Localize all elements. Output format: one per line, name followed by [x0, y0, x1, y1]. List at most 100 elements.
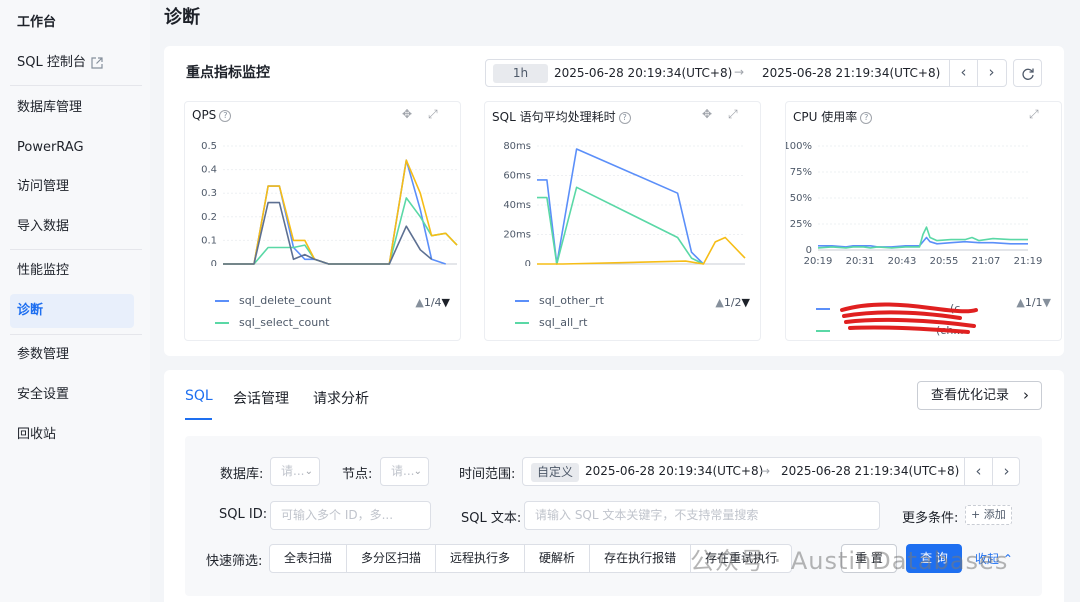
- y-tick-label: 0.1: [201, 235, 217, 246]
- chevron-left-icon: ‹: [960, 63, 967, 81]
- help-icon[interactable]: ?: [618, 111, 631, 124]
- sidebar-item-database[interactable]: 数据库管理: [10, 91, 134, 125]
- sidebar-item-perf[interactable]: 性能监控: [10, 254, 134, 288]
- x-tick-label: 20:55: [930, 256, 959, 266]
- chart-title: SQL 语句平均处理耗时?: [492, 108, 631, 125]
- sidebar-item-recycle[interactable]: 回收站: [10, 418, 134, 452]
- triangle-up-icon: ▲: [715, 296, 724, 309]
- sidebar-divider: [10, 334, 142, 335]
- y-tick-label: 0.3: [201, 188, 217, 199]
- db-select[interactable]: 请... ⌄: [270, 457, 320, 486]
- legend-item[interactable]: sql_other_rt: [515, 294, 604, 307]
- sidebar-divider: [10, 249, 142, 250]
- sidebar-item-params[interactable]: 参数管理: [10, 338, 134, 372]
- range-mode-badge[interactable]: 自定义: [531, 463, 579, 482]
- help-icon[interactable]: ?: [860, 111, 873, 124]
- next-button[interactable]: ›: [977, 60, 1005, 86]
- x-tick-label: 20:19: [804, 256, 833, 266]
- series-line: [817, 226, 1028, 249]
- legend-pager[interactable]: ▲1/2▼: [715, 296, 750, 309]
- sidebar-item-security[interactable]: 安全设置: [10, 378, 134, 412]
- monitor-title: 重点指标监控: [186, 65, 270, 81]
- sidebar-item-import[interactable]: 导入数据: [10, 210, 134, 244]
- tab-session[interactable]: 会话管理: [233, 388, 289, 408]
- sidebar-item-label: 数据库管理: [17, 100, 83, 115]
- sidebar-item-sql-console[interactable]: SQL 控制台: [10, 46, 134, 80]
- quick-remote-exec[interactable]: 远程执行多: [435, 544, 526, 573]
- legend-pager[interactable]: ▲1/4▼: [415, 296, 450, 309]
- legend-item[interactable]: sql_select_count: [215, 316, 330, 329]
- view-optimization-button[interactable]: 查看优化记录 ›: [917, 381, 1042, 410]
- prev-button[interactable]: ‹: [949, 60, 977, 86]
- monitor-card: 重点指标监控 1h 2025-06-28 20:19:34(UTC+8) → 2…: [164, 46, 1064, 356]
- x-tick-label: 21:07: [972, 256, 1001, 266]
- expand-icon[interactable]: ⤢: [1029, 107, 1039, 122]
- sidebar-item-access[interactable]: 访问管理: [10, 170, 134, 204]
- y-tick-label: 75%: [790, 167, 812, 178]
- triangle-down-icon: ▼: [741, 296, 750, 309]
- quick-full-scan[interactable]: 全表扫描: [269, 544, 348, 573]
- node-label: 节点:: [342, 467, 373, 482]
- sidebar-item-powerrag[interactable]: PowerRAG: [10, 131, 134, 165]
- sqlid-label: SQL ID:: [219, 507, 268, 522]
- sidebar-item-label: 导入数据: [17, 219, 70, 234]
- chart-title: CPU 使用率?: [793, 108, 873, 125]
- sidebar-item-diagnosis[interactable]: 诊断: [10, 294, 134, 328]
- external-link-icon: [91, 56, 103, 69]
- arrow-right-icon: →: [760, 464, 771, 478]
- sidebar-item-label: SQL 控制台: [17, 55, 86, 70]
- prev-button[interactable]: ‹: [964, 458, 992, 485]
- quick-multi-partition[interactable]: 多分区扫描: [346, 544, 437, 573]
- qps-chart: QPS? ✥ ⤢ 00.10.20.30.40.520:5521:0021:05…: [184, 101, 461, 341]
- tab-request-analysis[interactable]: 请求分析: [313, 388, 369, 408]
- legend-item[interactable]: sql_all_rt: [515, 316, 587, 329]
- range-label: 时间范围:: [459, 467, 516, 482]
- sidebar-item-label: 访问管理: [17, 179, 70, 194]
- range-start: 2025-06-28 20:19:34(UTC+8): [554, 66, 733, 80]
- y-tick-label: 0.5: [201, 141, 217, 152]
- help-icon[interactable]: ?: [219, 109, 232, 122]
- node-select[interactable]: 请... ⌄: [380, 457, 429, 486]
- sqlid-input[interactable]: 可输入多个 ID，多...: [270, 501, 431, 530]
- y-tick-label: 0: [525, 259, 531, 266]
- sidebar-item-label: 回收站: [17, 427, 57, 442]
- range-end: 2025-06-28 21:19:34(UTC+8): [762, 66, 941, 80]
- series-line: [223, 201, 433, 265]
- legend-item[interactable]: sql_delete_count: [215, 294, 331, 307]
- redaction-scribble: [840, 302, 978, 334]
- drag-icon[interactable]: ✥: [702, 107, 712, 121]
- tab-active-indicator: [185, 418, 212, 420]
- sidebar-item-workbench[interactable]: 工作台: [10, 6, 134, 40]
- refresh-button[interactable]: [1013, 59, 1042, 87]
- expand-icon[interactable]: ⤢: [428, 107, 438, 122]
- y-tick-label: 0: [211, 259, 217, 266]
- y-tick-label: 20ms: [503, 230, 531, 241]
- sidebar-item-label: PowerRAG: [17, 140, 84, 155]
- chevron-down-icon: ⌄: [413, 466, 422, 477]
- range-badge[interactable]: 1h: [493, 64, 548, 83]
- range-picker[interactable]: 自定义 2025-06-28 20:19:34(UTC+8) → 2025-06…: [522, 457, 1020, 486]
- quick-filter-label: 快速筛选:: [206, 554, 263, 569]
- sqltext-label: SQL 文本:: [461, 511, 522, 526]
- watermark: 公众号 · AustinDatabases: [690, 547, 1009, 575]
- cpu-chart: CPU 使用率? ⤢ 0 25% 50% 75% 100% 20:19 20:31 20:43…: [785, 101, 1062, 341]
- drag-icon[interactable]: ✥: [402, 107, 412, 121]
- page-title: 诊断: [164, 7, 200, 28]
- time-range-picker[interactable]: 1h 2025-06-28 20:19:34(UTC+8) → 2025-06-…: [485, 59, 1007, 87]
- add-condition-button[interactable]: + 添加: [965, 505, 1012, 525]
- y-tick-label: 50%: [790, 193, 812, 204]
- tab-sql[interactable]: SQL: [185, 388, 213, 404]
- sqltext-input[interactable]: 请输入 SQL 文本关键字，不支持常量搜索: [524, 501, 880, 530]
- y-tick-label: 100%: [786, 141, 812, 152]
- refresh-icon: [1021, 68, 1034, 80]
- sidebar-item-label: 参数管理: [17, 347, 70, 362]
- series-line: [537, 236, 746, 265]
- next-button[interactable]: ›: [992, 458, 1019, 485]
- quick-exec-error[interactable]: 存在执行报错: [589, 544, 692, 573]
- triangle-down-icon: ▼: [441, 296, 450, 309]
- expand-icon[interactable]: ⤢: [728, 107, 738, 122]
- quick-hard-parse[interactable]: 硬解析: [524, 544, 591, 573]
- legend-pager[interactable]: ▲1/1▼: [1016, 296, 1051, 309]
- x-tick-label: 20:31: [846, 256, 875, 266]
- sidebar-item-label: 工作台: [17, 15, 57, 30]
